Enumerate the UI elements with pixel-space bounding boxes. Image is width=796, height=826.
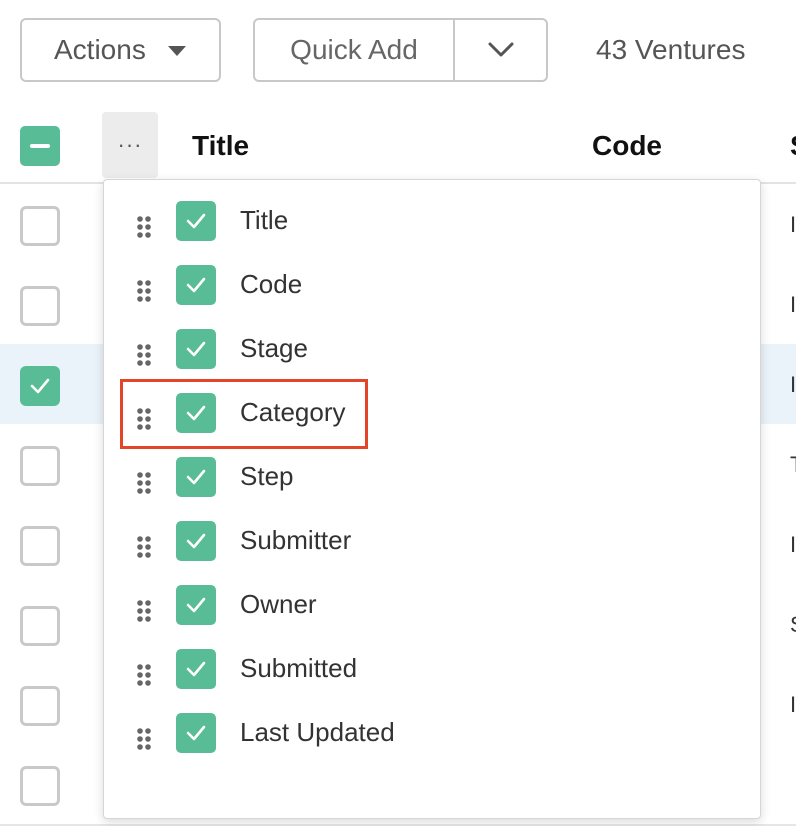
column-checkbox[interactable] [176, 585, 216, 625]
quick-add-button[interactable]: Quick Add [255, 34, 453, 66]
column-menu-button[interactable]: ··· [102, 112, 158, 178]
row-cell-text: I [790, 212, 796, 237]
column-option-step[interactable]: Step [104, 457, 760, 521]
row-cell-text: I [790, 692, 796, 717]
column-option-label: Step [240, 461, 294, 491]
drag-handle-icon[interactable] [136, 215, 152, 239]
column-checkbox[interactable] [176, 713, 216, 753]
column-option-label: Code [240, 269, 303, 299]
checkmark-icon [186, 597, 206, 613]
row-cell-text: I [790, 372, 796, 397]
checkmark-icon [186, 405, 206, 421]
checkmark-icon [186, 277, 206, 293]
quick-add-dropdown-button[interactable] [455, 42, 546, 58]
row-cell-text: I [790, 292, 796, 317]
drag-handle-icon[interactable] [136, 279, 152, 303]
column-header-title[interactable]: Title [192, 130, 249, 162]
row-cell-text: S [790, 612, 796, 638]
minus-icon [30, 144, 50, 148]
row-cell-text: T [790, 452, 796, 478]
chevron-down-icon [488, 42, 513, 57]
column-header-code[interactable]: Code [592, 130, 662, 162]
column-checkbox[interactable] [176, 521, 216, 561]
column-option-stage[interactable]: Stage [104, 329, 760, 393]
drag-handle-icon[interactable] [136, 343, 152, 367]
column-option-title[interactable]: Title [104, 201, 760, 265]
record-count: 43 Ventures [596, 34, 746, 65]
actions-label: Actions [54, 34, 146, 65]
row-checkbox[interactable] [20, 286, 60, 326]
column-option-label: Stage [240, 333, 308, 363]
actions-button[interactable]: Actions [20, 18, 221, 82]
column-option-label: Category [240, 397, 346, 427]
caret-down-icon [167, 46, 186, 56]
table-header: ··· Title Code S [0, 110, 796, 184]
column-checkbox[interactable] [176, 393, 216, 433]
drag-handle-icon[interactable] [136, 663, 152, 687]
column-option-label: Title [240, 205, 289, 235]
checkmark-icon [186, 533, 206, 549]
column-option-last-updated[interactable]: Last Updated [104, 713, 760, 777]
drag-handle-icon[interactable] [136, 471, 152, 495]
row-checkbox[interactable] [20, 206, 60, 246]
column-checkbox[interactable] [176, 329, 216, 369]
column-option-label: Owner [240, 589, 317, 619]
column-checkbox[interactable] [176, 201, 216, 241]
column-header-next[interactable]: S [790, 130, 796, 162]
checkmark-icon [186, 469, 206, 485]
row-checkbox[interactable] [20, 526, 60, 566]
drag-handle-icon[interactable] [136, 727, 152, 751]
column-option-code[interactable]: Code [104, 265, 760, 329]
checkmark-icon [186, 725, 206, 741]
column-option-label: Submitter [240, 525, 352, 555]
checkmark-icon [186, 341, 206, 357]
column-option-owner[interactable]: Owner [104, 585, 760, 649]
column-option-submitted[interactable]: Submitted [104, 649, 760, 713]
column-option-label: Last Updated [240, 717, 395, 747]
column-checkbox[interactable] [176, 265, 216, 305]
row-checkbox[interactable] [20, 766, 60, 806]
row-checkbox[interactable] [20, 366, 60, 406]
column-checkbox[interactable] [176, 649, 216, 689]
column-option-submitter[interactable]: Submitter [104, 521, 760, 585]
row-checkbox[interactable] [20, 446, 60, 486]
column-chooser-menu: Title Code Stage Category Step Submitter Owner… [103, 179, 761, 819]
column-option-label: Submitted [240, 653, 358, 683]
checkmark-icon [30, 378, 50, 394]
column-checkbox[interactable] [176, 457, 216, 497]
row-checkbox[interactable] [20, 686, 60, 726]
quick-add-button-group: Quick Add [253, 18, 548, 82]
more-icon: ··· [117, 132, 143, 157]
checkmark-icon [186, 213, 206, 229]
drag-handle-icon[interactable] [136, 599, 152, 623]
checkmark-icon [186, 661, 206, 677]
row-checkbox[interactable] [20, 606, 60, 646]
drag-handle-icon[interactable] [136, 535, 152, 559]
select-all-checkbox[interactable] [20, 126, 60, 166]
drag-handle-icon[interactable] [136, 407, 152, 431]
column-option-category[interactable]: Category [104, 393, 760, 457]
row-cell-text: I [790, 532, 796, 557]
